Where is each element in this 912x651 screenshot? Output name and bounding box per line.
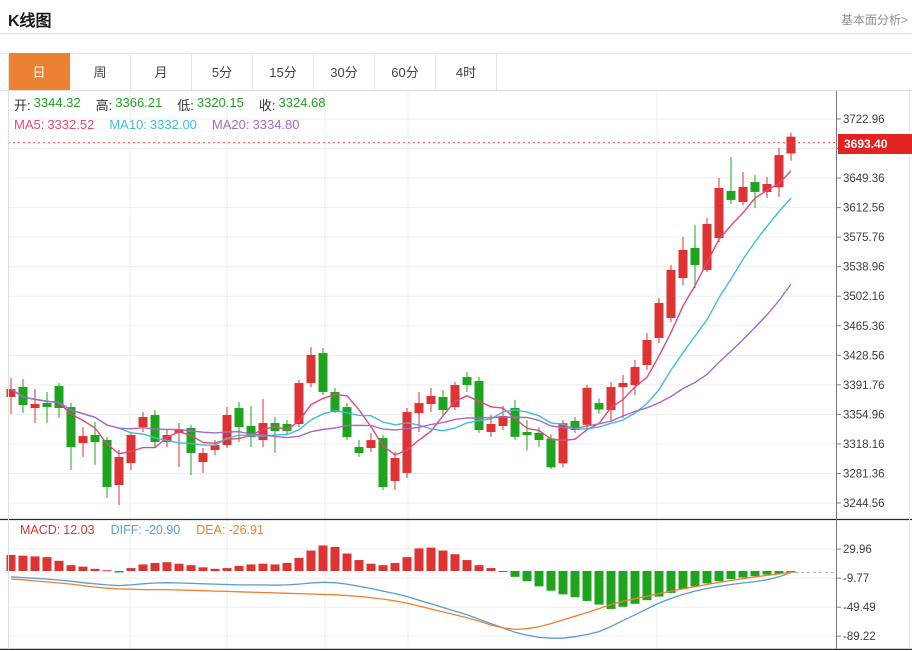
period-tab-bar: 日周月5分15分30分60分4时 <box>8 53 497 91</box>
ma20-label: MA20: <box>212 117 250 132</box>
svg-text:3502.16: 3502.16 <box>843 291 885 303</box>
high-label: 高: <box>96 95 113 114</box>
chart-top-border <box>0 90 912 91</box>
low-value: 3320.15 <box>197 95 244 114</box>
tab-5min[interactable]: 5分 <box>192 53 253 91</box>
ma10-label: MA10: <box>109 117 147 132</box>
open-label: 开: <box>14 95 31 114</box>
tab-month[interactable]: 月 <box>131 53 192 91</box>
diff-value: -20.90 <box>145 523 180 537</box>
ma-info-row: MA5:3332.52 MA10:3332.00 MA20:3334.80 <box>14 117 300 132</box>
diff-label: DIFF: <box>111 523 142 537</box>
ma5-label: MA5: <box>14 117 44 132</box>
svg-text:3465.36: 3465.36 <box>843 321 885 333</box>
ma5-value: 3332.52 <box>47 117 94 132</box>
svg-text:-49.49: -49.49 <box>843 602 876 614</box>
high-value: 3366.21 <box>115 95 162 114</box>
current-price-badge: 3693.40 <box>838 134 912 154</box>
tab-15min[interactable]: 15分 <box>253 53 314 91</box>
svg-text:3612.56: 3612.56 <box>843 203 885 215</box>
svg-text:-9.77: -9.77 <box>843 573 869 585</box>
svg-text:3391.76: 3391.76 <box>843 380 885 392</box>
low-label: 低: <box>177 95 194 114</box>
svg-text:29.96: 29.96 <box>843 544 872 556</box>
tab-day[interactable]: 日 <box>9 53 70 91</box>
tab-week[interactable]: 周 <box>70 53 131 91</box>
ohlc-info-row: 开:3344.32 高:3366.21 低:3320.15 收:3324.68 <box>14 95 326 114</box>
macd-panel <box>7 545 837 638</box>
macd-value: 12.03 <box>63 523 94 537</box>
svg-text:3281.36: 3281.36 <box>843 468 885 480</box>
svg-text:3244.56: 3244.56 <box>843 498 885 510</box>
close-value: 3324.68 <box>279 95 326 114</box>
svg-text:3722.96: 3722.96 <box>843 114 885 126</box>
svg-text:3318.16: 3318.16 <box>843 439 885 451</box>
svg-text:3354.96: 3354.96 <box>843 409 885 421</box>
open-value: 3344.32 <box>34 95 81 114</box>
price-axis: 3722.963686.163649.363612.563575.763538.… <box>836 114 885 643</box>
kline-chart-page: K线图 基本面分析> 日周月5分15分30分60分4时 3722.963686.… <box>0 0 912 651</box>
svg-text:3538.96: 3538.96 <box>843 262 885 274</box>
macd-info-row: MACD:12.03 DIFF:-20.90 DEA:-26.91 <box>20 523 264 537</box>
svg-text:-89.22: -89.22 <box>843 631 876 643</box>
dea-value: -26.91 <box>228 523 263 537</box>
tab-60min[interactable]: 60分 <box>375 53 436 91</box>
tab-30min[interactable]: 30分 <box>314 53 375 91</box>
tab-4hour[interactable]: 4时 <box>436 53 497 91</box>
ma20-value: 3334.80 <box>253 117 300 132</box>
svg-text:3575.76: 3575.76 <box>843 232 885 244</box>
ma10-value: 3332.00 <box>150 117 197 132</box>
macd-label: MACD: <box>20 523 60 537</box>
svg-text:3428.56: 3428.56 <box>843 350 885 362</box>
dea-label: DEA: <box>196 523 225 537</box>
svg-text:3649.36: 3649.36 <box>843 173 885 185</box>
close-label: 收: <box>259 95 276 114</box>
